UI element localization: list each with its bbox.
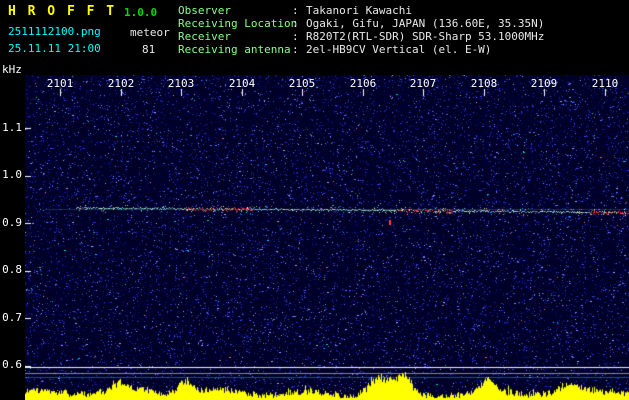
observer-label: Observer [178, 4, 231, 17]
colon: : [292, 4, 299, 17]
y-tick-label: 1.0 [2, 168, 22, 181]
mode-label: meteor [130, 26, 170, 39]
time-label: 2105 [288, 77, 316, 90]
location-label: Receiving Location [178, 17, 298, 30]
observer-value: Takanori Kawachi [306, 4, 412, 17]
y-tick-label: 0.8 [2, 263, 22, 276]
timestamp-label: 25.11.11 21:00 [8, 42, 101, 55]
info-row-observer: Observer : Takanori Kawachi [178, 4, 544, 17]
y-tick-label: 0.7 [2, 311, 22, 324]
echo-count: 81 [142, 43, 156, 56]
info-row-antenna: Receiving antenna : 2el-HB9CV Vertical (… [178, 43, 544, 56]
time-label: 2102 [107, 77, 135, 90]
time-label: 2108 [470, 77, 498, 90]
time-label: 2103 [167, 77, 195, 90]
info-row-receiver: Receiver : R820T2(RTL-SDR) SDR-Sharp 53.… [178, 30, 544, 43]
app-title: H R O F F T [8, 4, 117, 19]
hrofft-window: H R O F F T 1.0.0 2511112100.png meteor … [0, 0, 629, 400]
antenna-label: Receiving antenna [178, 43, 291, 56]
colon: : [292, 43, 299, 56]
time-label: 2109 [530, 77, 558, 90]
time-label: 2110 [591, 77, 619, 90]
output-filename: 2511112100.png [8, 25, 101, 38]
antenna-value: 2el-HB9CV Vertical (el. E-W) [306, 43, 492, 56]
colon: : [292, 30, 299, 43]
time-label: 2106 [349, 77, 377, 90]
app-version: 1.0.0 [124, 6, 158, 19]
time-label: 2107 [409, 77, 437, 90]
y-tick-label: 1.1 [2, 121, 22, 134]
info-row-location: Receiving Location : Ogaki, Gifu, JAPAN … [178, 17, 544, 30]
spectrogram-canvas [25, 75, 629, 400]
time-label: 2101 [46, 77, 74, 90]
receiver-value: R820T2(RTL-SDR) SDR-Sharp 53.1000MHz [306, 30, 545, 43]
colon: : [292, 17, 299, 30]
station-info: Observer : Takanori Kawachi Receiving Lo… [178, 4, 544, 56]
location-value: Ogaki, Gifu, JAPAN (136.60E, 35.35N) [306, 17, 545, 30]
time-label: 2104 [228, 77, 256, 90]
y-tick-label: 0.6 [2, 358, 22, 371]
y-tick-label: 0.9 [2, 216, 22, 229]
y-axis-unit: kHz [2, 63, 22, 76]
receiver-label: Receiver [178, 30, 231, 43]
